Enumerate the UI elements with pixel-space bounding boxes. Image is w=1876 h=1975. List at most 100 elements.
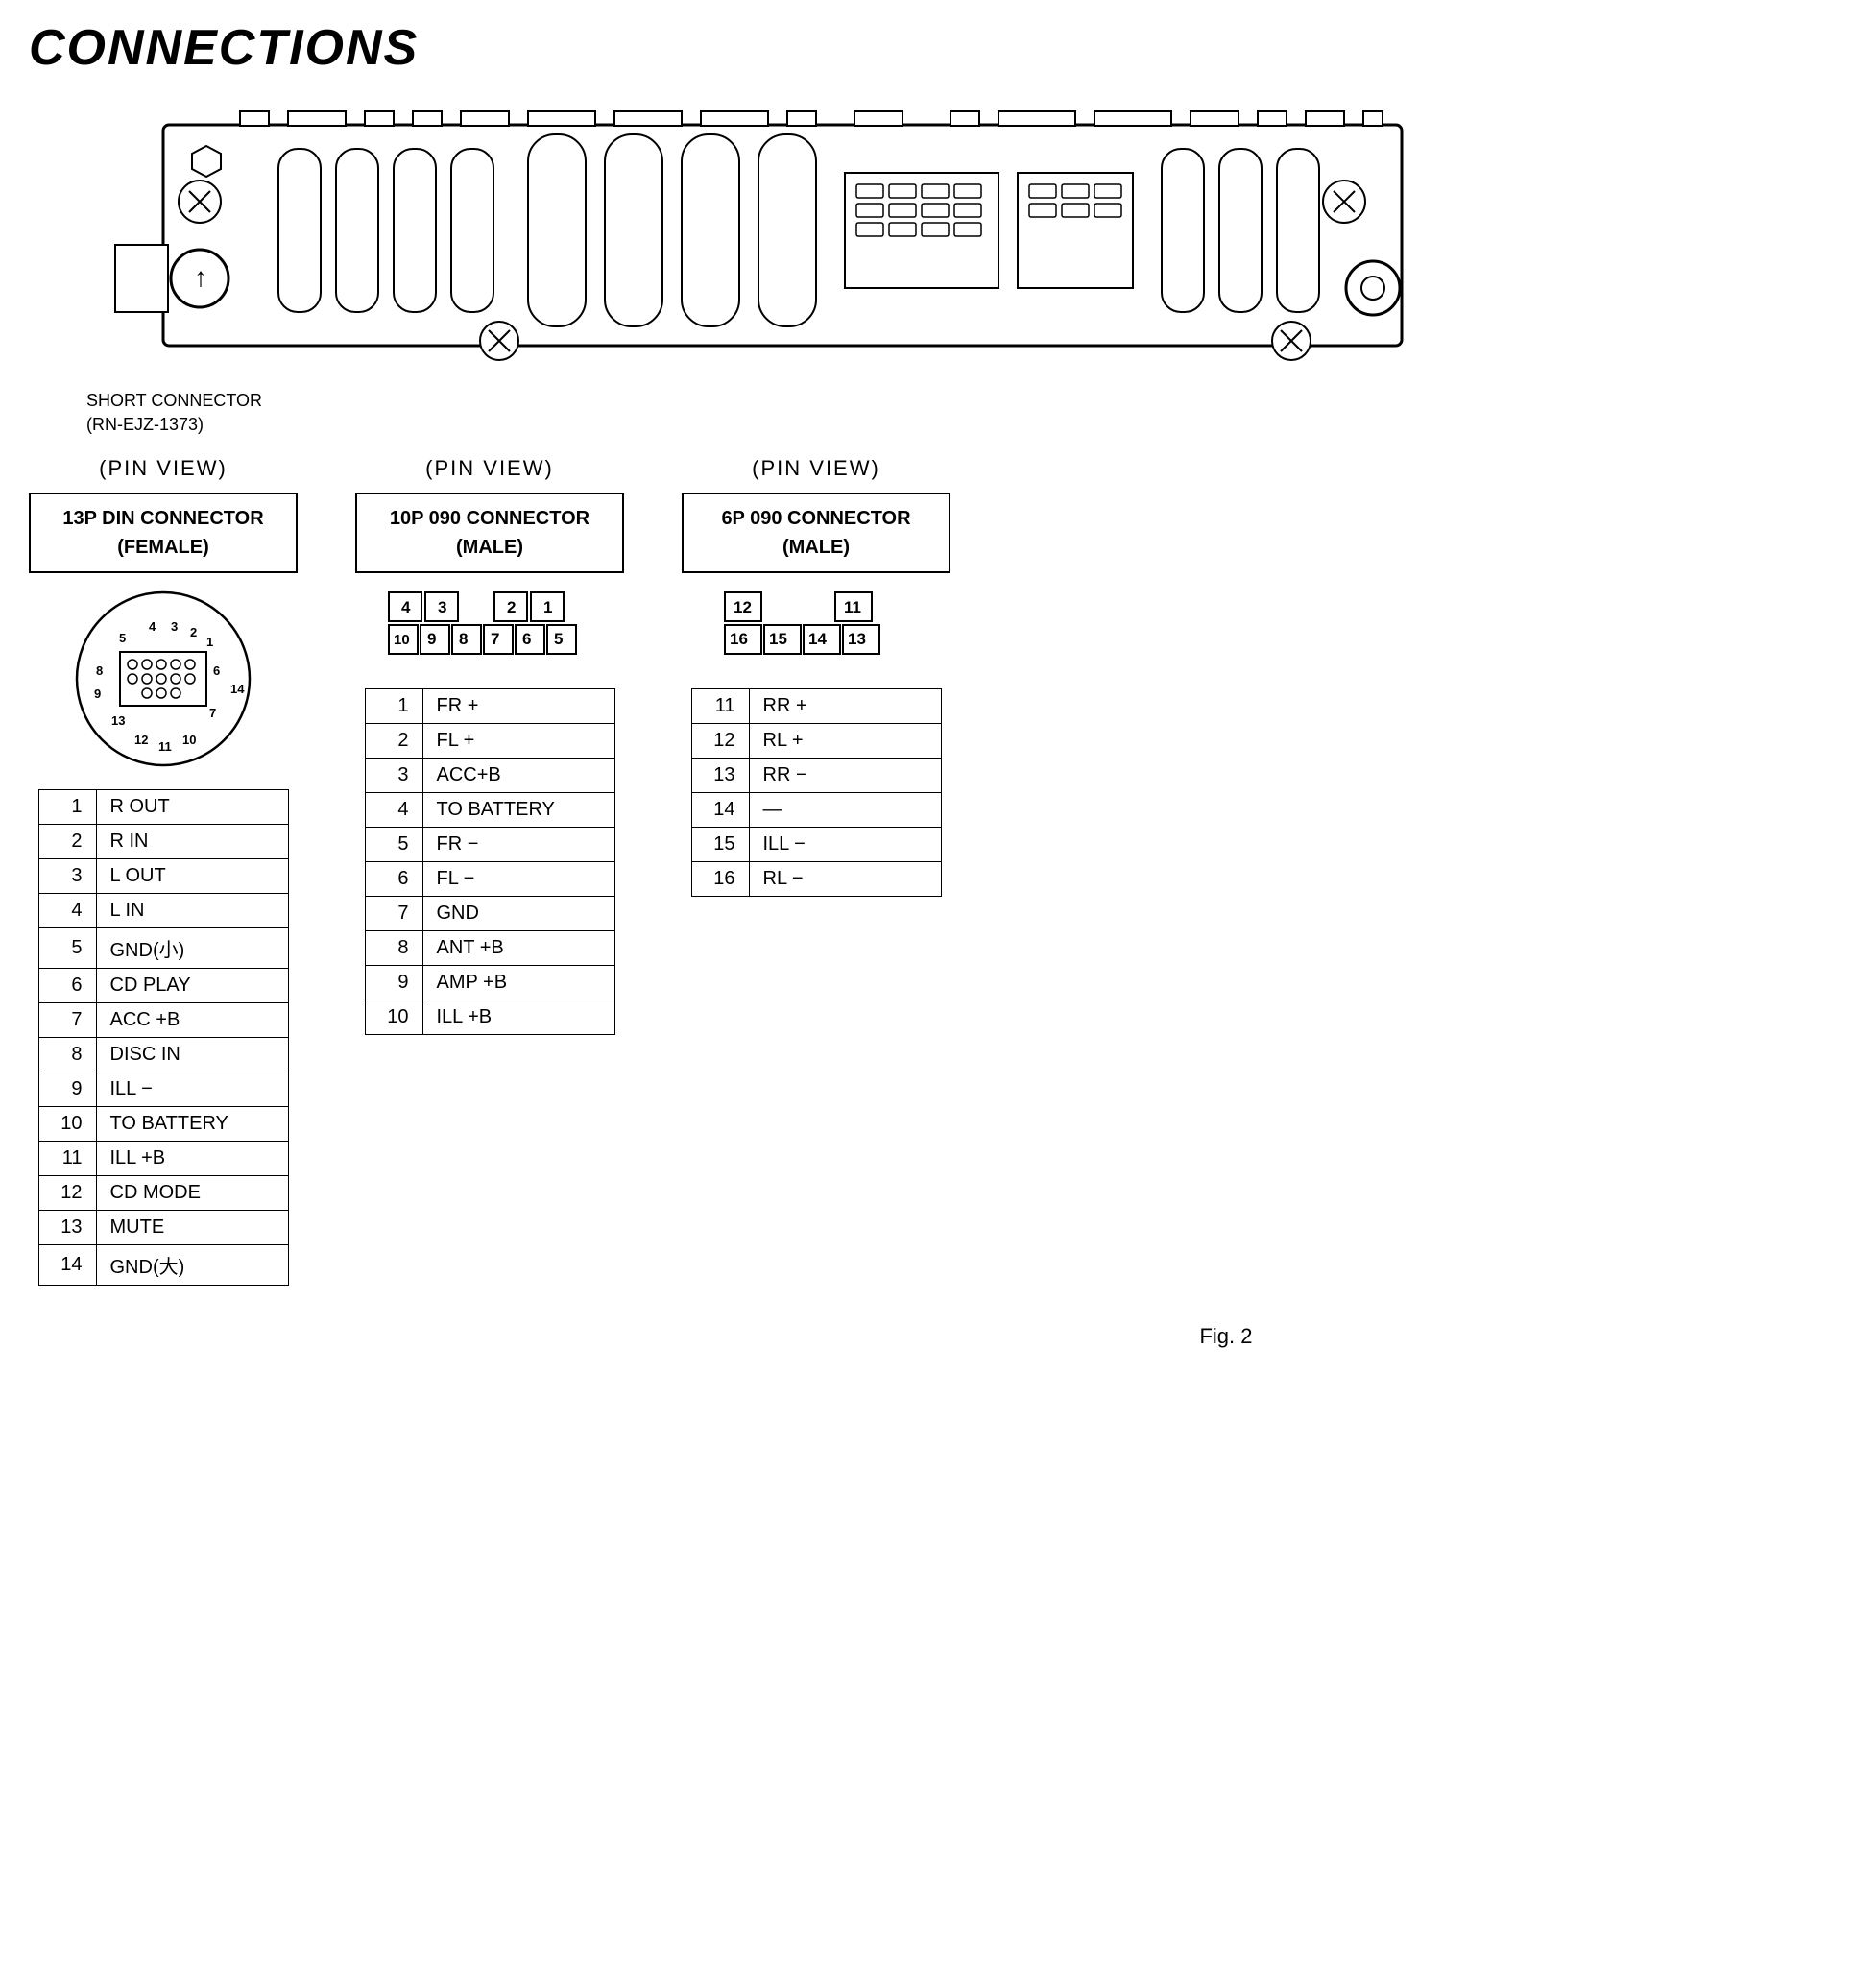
- svg-text:10: 10: [394, 632, 410, 648]
- pin-label: DISC IN: [96, 1038, 288, 1072]
- pin-number: 1: [38, 790, 96, 825]
- svg-text:9: 9: [94, 686, 101, 701]
- svg-text:5: 5: [119, 631, 126, 645]
- 13p-connector-title: 13P DIN CONNECTOR (FEMALE): [29, 493, 298, 573]
- pin-label: ILL +B: [422, 1000, 614, 1035]
- table-row: 4L IN: [38, 894, 288, 928]
- table-row: 12RL +: [691, 724, 941, 759]
- table-row: 9AMP +B: [365, 966, 614, 1000]
- svg-text:16: 16: [730, 630, 748, 648]
- 6p-subtitle-text: (MALE): [782, 537, 850, 558]
- table-row: 1FR +: [365, 689, 614, 724]
- svg-text:9: 9: [427, 630, 436, 648]
- din-svg: 1 2 3 4 5 6 7 8 9 10 11 12 13 14: [67, 583, 259, 775]
- 6p-table: 11RR +12RL +13RR −14—15ILL −16RL −: [691, 688, 942, 897]
- pin-number: 5: [38, 928, 96, 969]
- pin-number: 8: [38, 1038, 96, 1072]
- table-row: 2FL +: [365, 724, 614, 759]
- pin-number: 6: [38, 969, 96, 1003]
- pin-label: RL −: [749, 862, 941, 897]
- pin-label: GND: [422, 897, 614, 931]
- svg-text:6: 6: [522, 630, 531, 648]
- pin-number: 9: [38, 1072, 96, 1107]
- pin-number: 7: [38, 1003, 96, 1038]
- table-row: 14—: [691, 793, 941, 828]
- svg-text:7: 7: [491, 630, 499, 648]
- pin-view-6p: (PIN VIEW) 6P 090 CONNECTOR (MALE) 12 11…: [682, 456, 950, 897]
- pin-label: RL +: [749, 724, 941, 759]
- pin-number: 10: [365, 1000, 422, 1035]
- table-row: 9ILL −: [38, 1072, 288, 1107]
- short-connector-part: (RN-EJZ-1373): [86, 415, 204, 434]
- pin-label: TO BATTERY: [422, 793, 614, 828]
- pin-number: 4: [365, 793, 422, 828]
- pin-label: GND(小): [96, 928, 288, 969]
- table-row: 1R OUT: [38, 790, 288, 825]
- pin-label: AMP +B: [422, 966, 614, 1000]
- pin-number: 1: [365, 689, 422, 724]
- pin-label: RR +: [749, 689, 941, 724]
- svg-text:4: 4: [149, 619, 156, 634]
- pin-label: FR −: [422, 828, 614, 862]
- svg-text:1: 1: [206, 635, 213, 649]
- 10p-diagram: 4 3 2 1 10 9 8 7 6 5: [384, 588, 595, 669]
- pin-label: GND(大): [96, 1245, 288, 1286]
- table-row: 7ACC +B: [38, 1003, 288, 1038]
- pin-number: 13: [691, 759, 749, 793]
- device-svg: ↑: [86, 96, 1431, 374]
- din-diagram: 1 2 3 4 5 6 7 8 9 10 11 12 13 14: [67, 583, 259, 775]
- pin-number: 11: [691, 689, 749, 724]
- pin-number: 2: [38, 825, 96, 859]
- 10p-table: 1FR +2FL +3ACC+B4TO BATTERY5FR −6FL −7GN…: [365, 688, 615, 1035]
- table-row: 13MUTE: [38, 1211, 288, 1245]
- pin-label: CD PLAY: [96, 969, 288, 1003]
- svg-text:12: 12: [734, 598, 752, 616]
- pin-label: RR −: [749, 759, 941, 793]
- pin-view-13p: (PIN VIEW) 13P DIN CONNECTOR (FEMALE): [29, 456, 298, 1286]
- pin-label: FL −: [422, 862, 614, 897]
- pin-number: 8: [365, 931, 422, 966]
- pin-number: 6: [365, 862, 422, 897]
- pin-label: CD MODE: [96, 1176, 288, 1211]
- pin-label: ANT +B: [422, 931, 614, 966]
- pin-number: 16: [691, 862, 749, 897]
- table-row: 14GND(大): [38, 1245, 288, 1286]
- 10p-svg: 4 3 2 1 10 9 8 7 6 5: [384, 588, 595, 664]
- pin-number: 7: [365, 897, 422, 931]
- pin-number: 13: [38, 1211, 96, 1245]
- svg-text:2: 2: [507, 598, 516, 616]
- table-row: 16RL −: [691, 862, 941, 897]
- pin-label: TO BATTERY: [96, 1107, 288, 1142]
- svg-text:11: 11: [158, 739, 172, 754]
- 13p-view-label: (PIN VIEW): [99, 456, 228, 481]
- 10p-title-text: 10P 090 CONNECTOR: [390, 508, 589, 529]
- svg-text:3: 3: [171, 619, 178, 634]
- svg-text:12: 12: [134, 733, 148, 747]
- table-row: 12CD MODE: [38, 1176, 288, 1211]
- pin-label: ACC+B: [422, 759, 614, 793]
- short-connector-text: SHORT CONNECTOR: [86, 391, 262, 410]
- svg-text:5: 5: [554, 630, 563, 648]
- pin-label: R OUT: [96, 790, 288, 825]
- svg-text:14: 14: [230, 682, 245, 696]
- pin-label: FL +: [422, 724, 614, 759]
- fig-label: Fig. 2: [605, 1324, 1847, 1349]
- table-row: 5GND(小): [38, 928, 288, 969]
- pin-views-row: (PIN VIEW) 13P DIN CONNECTOR (FEMALE): [29, 456, 1847, 1286]
- 13p-table: 1R OUT2R IN3L OUT4L IN5GND(小)6CD PLAY7AC…: [38, 789, 289, 1286]
- svg-text:13: 13: [848, 630, 866, 648]
- table-row: 7GND: [365, 897, 614, 931]
- pin-label: ILL −: [96, 1072, 288, 1107]
- table-row: 6FL −: [365, 862, 614, 897]
- pin-number: 14: [691, 793, 749, 828]
- pin-number: 3: [365, 759, 422, 793]
- svg-text:4: 4: [401, 598, 411, 616]
- 6p-view-label: (PIN VIEW): [752, 456, 880, 481]
- pin-number: 11: [38, 1142, 96, 1176]
- svg-text:3: 3: [438, 598, 446, 616]
- pin-label: ACC +B: [96, 1003, 288, 1038]
- pin-label: MUTE: [96, 1211, 288, 1245]
- table-row: 4TO BATTERY: [365, 793, 614, 828]
- pin-number: 15: [691, 828, 749, 862]
- 13p-title-text: 13P DIN CONNECTOR: [62, 508, 263, 529]
